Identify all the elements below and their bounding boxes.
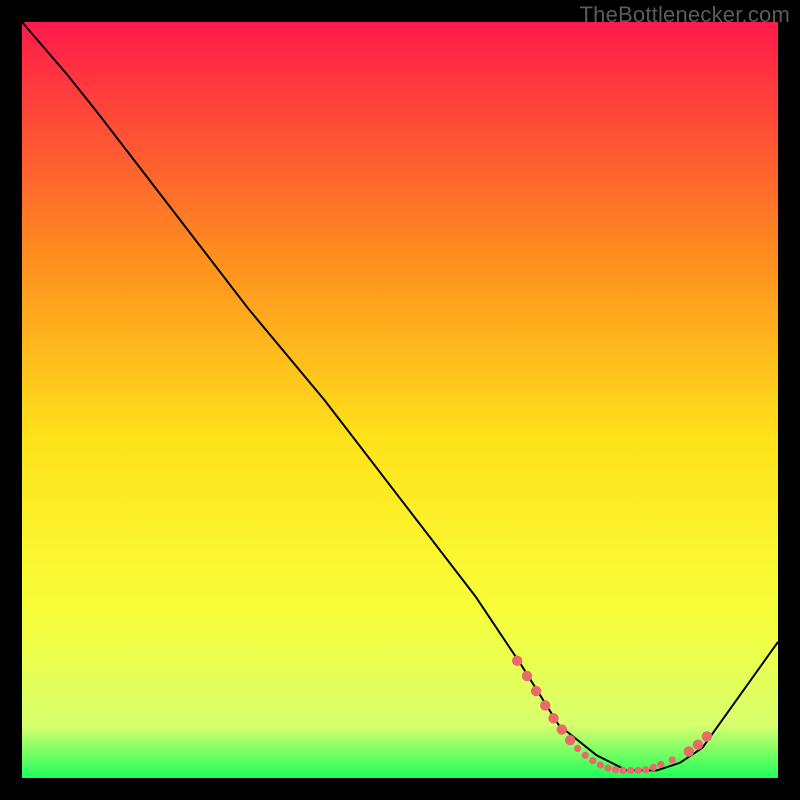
highlight-dot (574, 745, 581, 752)
highlight-dot (669, 756, 676, 763)
highlight-dot (557, 724, 567, 734)
highlight-dot (684, 746, 694, 756)
highlight-dot (597, 762, 604, 769)
chart-canvas (22, 22, 778, 778)
gradient-background (22, 22, 778, 778)
highlight-dot (612, 766, 619, 773)
highlight-dot (604, 765, 611, 772)
highlight-dot (512, 656, 522, 666)
highlight-dot (589, 757, 596, 764)
highlight-dot (657, 761, 664, 768)
highlight-dot (565, 735, 575, 745)
highlight-dot (693, 740, 703, 750)
highlight-dot (582, 752, 589, 759)
plot-frame (22, 22, 778, 778)
highlight-dot (619, 767, 626, 774)
highlight-dot (642, 766, 649, 773)
highlight-dot (635, 767, 642, 774)
highlight-dot (627, 767, 634, 774)
highlight-dot (702, 731, 712, 741)
highlight-dot (650, 764, 657, 771)
highlight-dot (522, 671, 532, 681)
highlight-dot (540, 700, 550, 710)
highlight-dot (531, 686, 541, 696)
highlight-dot (548, 713, 558, 723)
